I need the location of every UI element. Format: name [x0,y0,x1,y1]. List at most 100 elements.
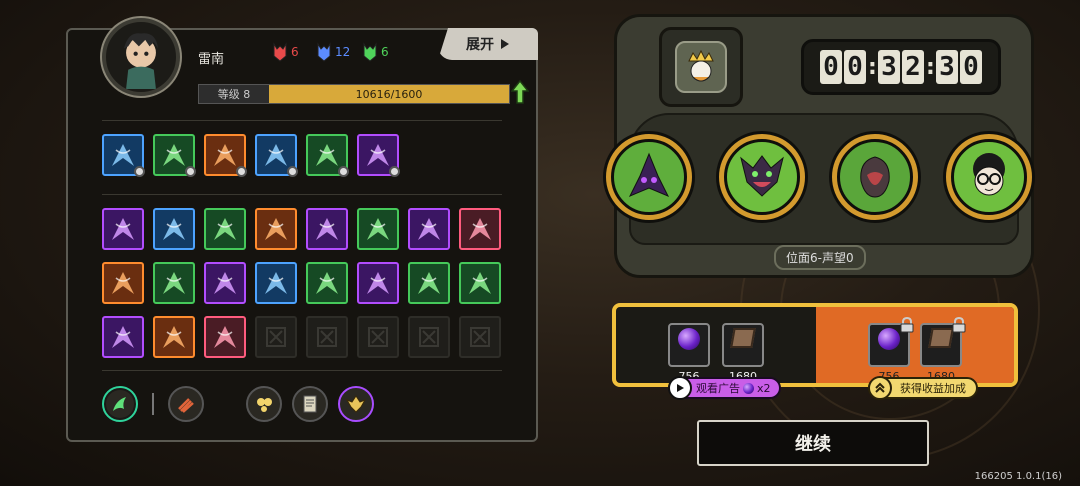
skill-grid-row [102,262,501,304]
empty-skill-slot[interactable] [459,316,501,358]
empty-slot-icon [317,327,337,347]
hooded-beast-icon [860,156,890,198]
player-avatar[interactable] [102,18,180,96]
skill-slot[interactable] [102,208,144,250]
red-mask-resource: 6 [272,42,299,62]
relic-slot[interactable] [246,386,282,422]
equipped-skills-row [102,134,400,177]
timer-digit: 0 [960,50,982,84]
skill-grid-row [102,316,501,358]
skill-slot[interactable] [306,134,349,177]
shadow-figure-icon [367,144,389,166]
green-lightning-icon [316,272,338,294]
divider [102,370,502,371]
skill-slot[interactable] [408,208,450,250]
book-icon [730,328,756,348]
enemy-slot[interactable] [829,131,921,223]
enemy-slot[interactable] [603,131,695,223]
skill-slot[interactable] [255,208,297,250]
skill-slot[interactable] [306,208,348,250]
thorn-armor-icon [112,326,134,348]
empty-skill-slot[interactable] [408,316,450,358]
timer-digit: 2 [902,50,924,84]
skill-slot[interactable] [459,262,501,304]
skill-slot[interactable] [204,134,247,177]
relic-slot[interactable] [102,386,138,422]
watch-ad-label: 观看广告 [696,382,740,395]
empty-skill-slot[interactable] [255,316,297,358]
skill-slot[interactable] [357,134,400,177]
version-text: 166205 1.0.1(16) [974,471,1062,482]
purple-crystal-wraith-icon [628,152,670,197]
skill-slot[interactable] [357,208,399,250]
blue-mask-resource: 12 [316,42,350,62]
bonus-rewards-area [816,307,1014,383]
empty-skill-slot[interactable] [306,316,348,358]
skill-slot[interactable] [306,262,348,304]
expand-button[interactable]: 展开 [438,28,538,60]
player-name: 雷南 [198,52,225,67]
skill-slot[interactable] [153,134,196,177]
skill-slot[interactable] [153,208,195,250]
enemy-slot[interactable] [716,131,808,223]
radiant-sigil-icon [469,272,491,294]
skill-slot[interactable] [204,316,246,358]
split-blades-icon [265,218,287,240]
curly-hair-glasses-icon [973,153,1005,196]
green-mask-count: 6 [381,45,389,59]
timer-colon: : [868,54,877,80]
blue-mask-count: 12 [335,45,351,59]
skill-slot[interactable] [255,262,297,304]
skill-slot[interactable] [408,262,450,304]
divider [102,194,502,195]
timer-digit: 0 [820,50,842,84]
gold-orbs-icon [257,398,272,412]
ice-serpent-icon [163,218,185,240]
empty-skill-slot[interactable] [357,316,399,358]
lock-icon [952,317,966,333]
skill-slot[interactable] [102,262,144,304]
boss-frame [659,27,743,107]
purple-gem-icon [678,328,700,350]
pink-feather-icon [214,272,236,294]
relic-slot[interactable] [292,386,328,422]
skill-slot[interactable] [204,208,246,250]
rose-beast-icon [214,326,236,348]
blue-shards-icon [265,272,287,294]
skill-slot[interactable] [357,262,399,304]
level-up-arrow-icon[interactable] [511,79,529,105]
red-mask-icon [273,42,287,62]
exp-track: 10616/1600 [269,85,509,103]
skill-slot[interactable] [153,316,195,358]
skill-grid-row [102,208,501,250]
relic-slot[interactable] [168,386,204,422]
fist-strike-icon [214,144,236,166]
level-machine: 0 0 : 3 2 : 3 0 位面6-声望0 [603,14,1035,278]
skill-level-badge [287,166,298,177]
skill-slot[interactable] [153,262,195,304]
winged-helm-icon [345,395,367,413]
empty-slot-icon [419,327,439,347]
green-mask-resource: 6 [362,42,389,62]
relic-slot[interactable] [338,386,374,422]
reward-gem: 756 [668,323,710,383]
player-portrait-icon [123,33,159,89]
timer-digit: 3 [936,50,958,84]
skill-slot[interactable] [102,134,145,177]
boost-income-button[interactable]: 获得收益加成 [868,376,978,400]
enemy-slot[interactable] [943,131,1035,223]
skill-slot[interactable] [255,134,298,177]
continue-button[interactable]: 继续 [697,420,929,466]
skill-level-badge [134,166,145,177]
skill-slot[interactable] [102,316,144,358]
level-bar: 等级 8 10616/1600 [198,79,529,104]
shield-swirl-icon [163,144,185,166]
boss-portrait[interactable] [675,41,727,93]
green-wing-icon [113,397,126,411]
skill-slot[interactable] [204,262,246,304]
watch-ad-button[interactable]: 观看广告 x2 [668,376,781,400]
play-icon [668,376,692,400]
lock-icon [900,317,914,333]
enemy-portrait [837,139,913,215]
skill-slot[interactable] [459,208,501,250]
